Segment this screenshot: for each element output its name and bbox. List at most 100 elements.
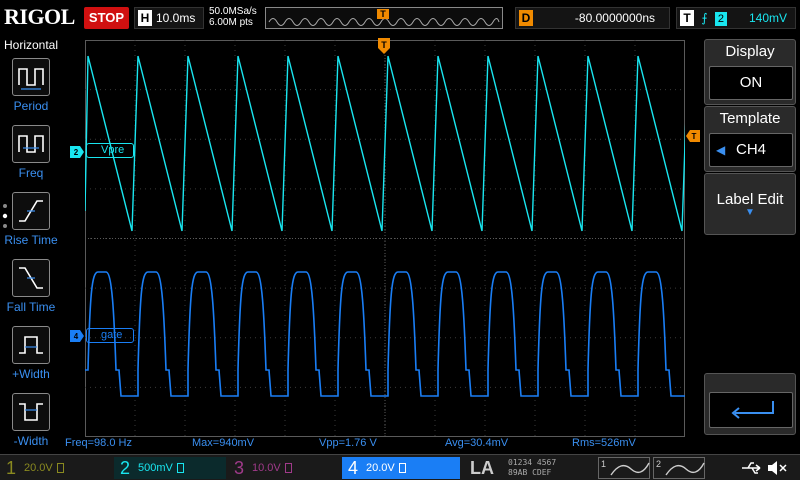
label-edit-label: Label Edit xyxy=(716,191,784,208)
ch2-scale: 500mV xyxy=(138,462,173,475)
enter-softkey[interactable] xyxy=(704,373,796,435)
ch2-offset-marker[interactable]: 2 xyxy=(70,146,84,158)
trigger-position-marker[interactable]: T xyxy=(378,38,390,56)
negative-width-icon xyxy=(19,403,43,421)
template-label: Template xyxy=(719,110,781,127)
measure-avg[interactable]: Avg=30.4mV xyxy=(445,437,508,449)
display-label: Display xyxy=(725,43,775,60)
rigol-logo: RIGOL xyxy=(4,4,75,29)
ch3-impedance-icon xyxy=(284,463,292,474)
template-softkey[interactable]: Template ◀ CH4 xyxy=(704,106,796,172)
digital-channels: 01234 4567 89AB CDEF xyxy=(508,458,556,478)
ch1-status[interactable]: 1 20.0V xyxy=(0,457,112,479)
waveform-display[interactable] xyxy=(85,40,685,437)
ch4-label-tag[interactable]: gate xyxy=(86,328,134,343)
digital-group-3: CDEF xyxy=(532,468,552,477)
freq-label: Freq xyxy=(18,166,44,180)
rise-time-label: Rise Time xyxy=(4,233,58,247)
logic-analyzer-button[interactable]: LA xyxy=(470,458,494,479)
fall-time-icon xyxy=(19,267,43,289)
ch2-status[interactable]: 2 500mV xyxy=(114,457,226,479)
trigger-source: 2 xyxy=(714,12,727,26)
ch4-scale: 20.0V xyxy=(366,462,395,475)
ch4-offset-marker[interactable]: 4 xyxy=(70,330,84,342)
ch2-number: 2 xyxy=(120,458,131,479)
enter-field xyxy=(709,392,793,428)
enter-icon xyxy=(731,401,774,419)
digital-group-2: 89AB xyxy=(508,468,528,477)
ch4-impedance-icon xyxy=(398,463,406,474)
left-arrow-icon: ◀ xyxy=(716,143,726,157)
chevron-down-icon: ▼ xyxy=(745,207,755,218)
timebase-value: 10.0ms xyxy=(156,11,196,25)
top-status-bar: RIGOL STOP H 10.0ms 50.0MSa/s 6.00M pts T… xyxy=(0,0,800,36)
math2-button[interactable]: 2 xyxy=(653,457,705,479)
rise-time-button[interactable] xyxy=(12,192,50,230)
delay-label: D xyxy=(519,10,533,26)
horizontal-measure-menu: Horizontal Period Freq Rise Time Fall Ti… xyxy=(0,36,62,456)
negative-width-label: -Width xyxy=(13,434,49,448)
ch4-status[interactable]: 4 20.0V xyxy=(342,457,460,479)
trigger-level: 140mV xyxy=(748,11,787,25)
trigger-settings[interactable]: T ⨍ 2 140mV xyxy=(676,7,796,29)
freq-icon xyxy=(18,135,44,153)
math1-number: 1 xyxy=(601,459,607,469)
measure-rms[interactable]: Rms=526mV xyxy=(572,437,636,449)
measure-vpp[interactable]: Vpp=1.76 V xyxy=(319,437,377,449)
ch1-impedance-icon xyxy=(56,463,64,474)
horizontal-timebase[interactable]: H 10.0ms xyxy=(134,7,204,29)
trigger-label: T xyxy=(680,10,694,26)
trigger-level-marker[interactable]: T xyxy=(686,130,700,142)
rise-time-icon xyxy=(19,200,43,222)
channel-status-bar: 1 20.0V 2 500mV 3 10.0V 4 20.0V LA 01234 456… xyxy=(0,454,800,480)
digital-group-1: 4567 xyxy=(536,458,557,467)
measure-freq[interactable]: Freq=98.0 Hz xyxy=(65,437,132,449)
ch2-impedance-icon xyxy=(176,463,184,474)
digital-group-0: 01234 xyxy=(508,458,533,467)
usb-icon xyxy=(742,462,761,474)
freq-button[interactable] xyxy=(12,125,50,163)
measure-max[interactable]: Max=940mV xyxy=(192,437,254,449)
period-icon xyxy=(18,68,44,90)
memory-overview: T xyxy=(265,7,503,29)
math-wave-icon xyxy=(610,462,650,476)
math2-number: 2 xyxy=(656,459,662,469)
memory-trigger-marker: T xyxy=(380,9,386,19)
positive-width-label: +Width xyxy=(12,367,50,381)
template-field: ◀ CH4 xyxy=(709,133,793,167)
measurement-bar: Freq=98.0 Hz Max=940mV Vpp=1.76 V Avg=30… xyxy=(62,437,700,451)
math1-button[interactable]: 1 xyxy=(598,457,650,479)
trigger-delay[interactable]: D -80.0000000ns xyxy=(515,7,670,29)
delay-value: -80.0000000ns xyxy=(574,11,655,25)
negative-width-button[interactable] xyxy=(12,393,50,431)
ch2-label-tag[interactable]: Vpre xyxy=(86,143,134,158)
ch3-status[interactable]: 3 10.0V xyxy=(228,457,340,479)
ch4-marker-number: 4 xyxy=(74,332,79,341)
rising-edge-icon: ⨍ xyxy=(701,11,708,25)
ch3-scale: 10.0V xyxy=(252,462,281,475)
fall-time-label: Fall Time xyxy=(6,300,56,314)
acquisition-info: 50.0MSa/s 6.00M pts xyxy=(209,6,257,28)
sample-rate: 50.0MSa/s xyxy=(209,6,257,17)
horizontal-label: H xyxy=(138,10,152,26)
ch3-number: 3 xyxy=(234,458,245,479)
trigger-position-label: T xyxy=(381,40,387,50)
period-label: Period xyxy=(13,99,49,113)
label-menu: Display ON Template ◀ CH4 Label Edit ▼ xyxy=(700,36,800,436)
display-softkey[interactable]: Display ON xyxy=(704,39,796,105)
ch4-number: 4 xyxy=(348,458,359,479)
math-wave-icon xyxy=(665,462,705,476)
positive-width-button[interactable] xyxy=(12,326,50,364)
ch1-scale: 20.0V xyxy=(24,462,53,475)
run-stop-status[interactable]: STOP xyxy=(84,7,129,29)
ch2-marker-number: 2 xyxy=(74,148,79,157)
positive-width-icon xyxy=(19,336,43,354)
speaker-muted-icon[interactable] xyxy=(766,460,790,476)
template-value: CH4 xyxy=(735,141,766,158)
period-button[interactable] xyxy=(12,58,50,96)
trigger-level-marker-label: T xyxy=(692,132,697,141)
fall-time-button[interactable] xyxy=(12,259,50,297)
memory-depth: 6.00M pts xyxy=(209,17,253,28)
label-edit-softkey[interactable]: Label Edit ▼ xyxy=(704,173,796,235)
display-value: ON xyxy=(709,66,793,100)
